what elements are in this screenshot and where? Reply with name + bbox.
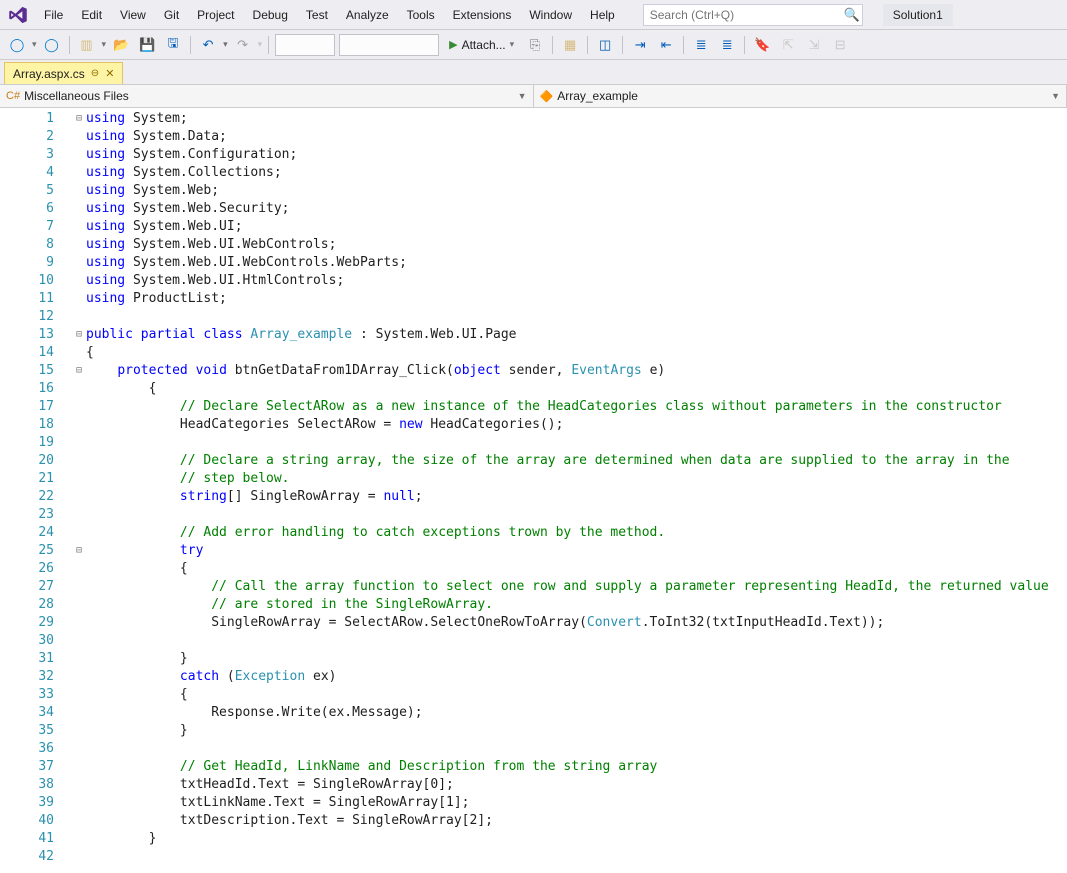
fold-gutter[interactable]: ⊟⊟⊟⊟ bbox=[72, 108, 86, 873]
attach-label: Attach... bbox=[462, 38, 506, 52]
close-icon[interactable]: ✕ bbox=[105, 67, 114, 80]
config-dropdown[interactable] bbox=[275, 34, 335, 56]
nav-back-icon[interactable]: ◯ bbox=[6, 34, 28, 56]
save-all-icon[interactable]: 🖫 bbox=[162, 34, 184, 56]
outdent-icon[interactable]: ⇤ bbox=[655, 34, 677, 56]
search-icon[interactable]: 🔍 bbox=[842, 7, 862, 23]
menu-items: FileEditViewGitProjectDebugTestAnalyzeTo… bbox=[36, 4, 623, 26]
save-icon[interactable]: 💾 bbox=[136, 34, 158, 56]
scope-label: Miscellaneous Files bbox=[24, 89, 129, 103]
comment-icon[interactable]: ≣ bbox=[690, 34, 712, 56]
vs-logo-icon bbox=[6, 3, 30, 27]
undo-icon[interactable]: ↶ bbox=[197, 34, 219, 56]
separator bbox=[587, 36, 588, 54]
chevron-down-icon: ▼ bbox=[518, 91, 527, 101]
debug-dd-icon[interactable]: ⎘ bbox=[524, 34, 546, 56]
redo-icon[interactable]: ↷ bbox=[232, 34, 254, 56]
pin-icon[interactable]: ⊖ bbox=[91, 68, 99, 79]
menu-tools[interactable]: Tools bbox=[399, 4, 443, 26]
separator bbox=[744, 36, 745, 54]
disabled-icon: ⇱ bbox=[777, 34, 799, 56]
separator bbox=[268, 36, 269, 54]
nav-bar: C# Miscellaneous Files ▼ 🔶 Array_example… bbox=[0, 84, 1067, 108]
toolbar: ◯ ▾ ◯ ▥ ▾ 📂 💾 🖫 ↶ ▾ ↷ ▾ ▶ Attach... ▾ ⎘ … bbox=[0, 30, 1067, 60]
separator bbox=[683, 36, 684, 54]
class-icon: 🔶 bbox=[540, 90, 554, 103]
menu-analyze[interactable]: Analyze bbox=[338, 4, 397, 26]
search-input[interactable] bbox=[644, 6, 842, 24]
tab-filename: Array.aspx.cs bbox=[13, 67, 85, 81]
tool-icon[interactable]: ▦ bbox=[559, 34, 581, 56]
type-label: Array_example bbox=[557, 89, 638, 103]
platform-dropdown[interactable] bbox=[339, 34, 439, 56]
code-editor[interactable]: 1234567891011121314151617181920212223242… bbox=[0, 108, 1067, 873]
separator bbox=[190, 36, 191, 54]
tab-well: Array.aspx.cs ⊖ ✕ bbox=[0, 60, 1067, 84]
type-dropdown[interactable]: 🔶 Array_example ▼ bbox=[534, 85, 1067, 107]
indent-icon[interactable]: ⇥ bbox=[629, 34, 651, 56]
menu-help[interactable]: Help bbox=[582, 4, 623, 26]
menu-bar: FileEditViewGitProjectDebugTestAnalyzeTo… bbox=[0, 0, 1067, 30]
uncomment-icon[interactable]: ≣ bbox=[716, 34, 738, 56]
tool-icon[interactable]: ◫ bbox=[594, 34, 616, 56]
menu-file[interactable]: File bbox=[36, 4, 71, 26]
menu-edit[interactable]: Edit bbox=[73, 4, 110, 26]
disabled-icon: ⊟ bbox=[829, 34, 851, 56]
disabled-icon: ⇲ bbox=[803, 34, 825, 56]
new-project-icon[interactable]: ▥ bbox=[76, 34, 98, 56]
file-tab[interactable]: Array.aspx.cs ⊖ ✕ bbox=[4, 62, 123, 84]
attach-button[interactable]: ▶ Attach... ▾ bbox=[443, 34, 520, 56]
line-number-gutter: 1234567891011121314151617181920212223242… bbox=[0, 108, 72, 873]
chevron-down-icon: ▼ bbox=[1051, 91, 1060, 101]
search-box[interactable]: 🔍 bbox=[643, 4, 863, 26]
code-area[interactable]: using System;using System.Data;using Sys… bbox=[86, 108, 1067, 873]
menu-view[interactable]: View bbox=[112, 4, 154, 26]
bookmark-icon[interactable]: 🔖 bbox=[751, 34, 773, 56]
separator bbox=[622, 36, 623, 54]
menu-git[interactable]: Git bbox=[156, 4, 187, 26]
csharp-icon: C# bbox=[6, 90, 20, 102]
solution-label[interactable]: Solution1 bbox=[883, 4, 953, 26]
menu-extensions[interactable]: Extensions bbox=[445, 4, 520, 26]
open-icon[interactable]: 📂 bbox=[110, 34, 132, 56]
nav-fwd-icon[interactable]: ◯ bbox=[41, 34, 63, 56]
menu-test[interactable]: Test bbox=[298, 4, 336, 26]
menu-project[interactable]: Project bbox=[189, 4, 242, 26]
menu-debug[interactable]: Debug bbox=[245, 4, 296, 26]
menu-window[interactable]: Window bbox=[521, 4, 580, 26]
play-icon: ▶ bbox=[449, 38, 457, 51]
scope-dropdown[interactable]: C# Miscellaneous Files ▼ bbox=[0, 85, 534, 107]
separator bbox=[552, 36, 553, 54]
separator bbox=[69, 36, 70, 54]
